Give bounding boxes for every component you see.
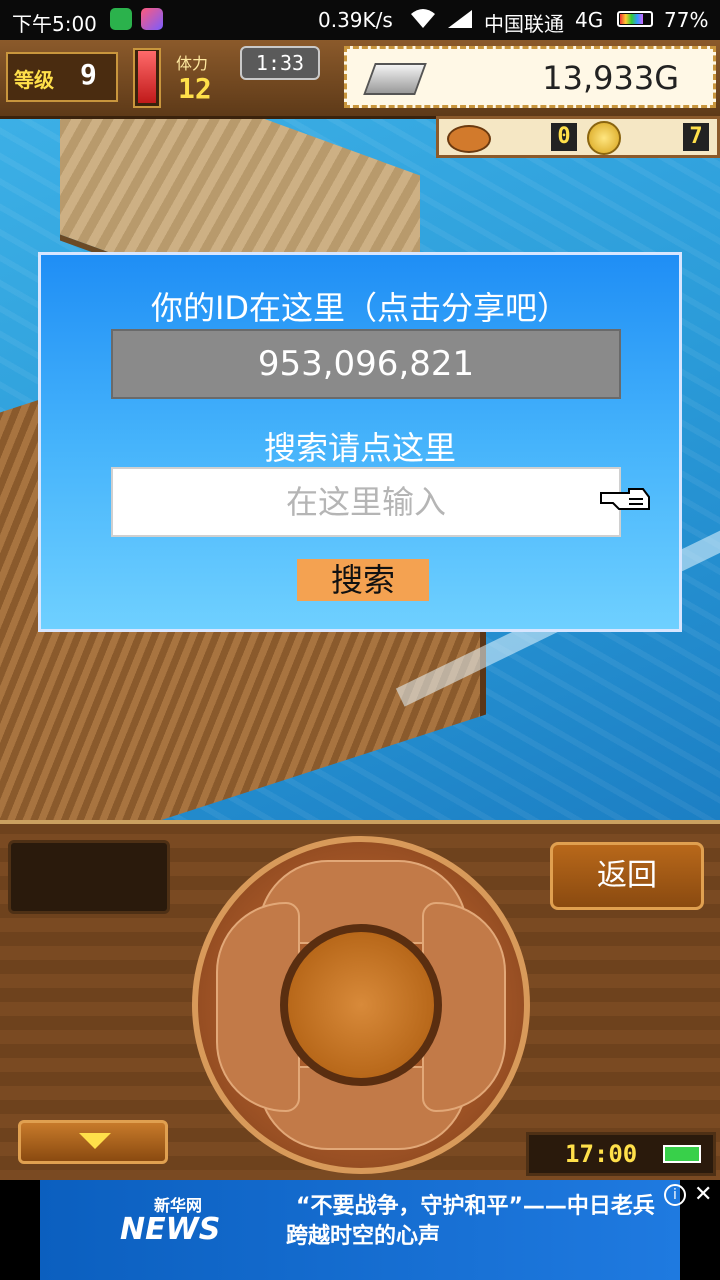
down-arrow-icon (79, 1133, 111, 1149)
ad-subline: 跨越时空的心声 (286, 1224, 441, 1249)
back-button[interactable]: 返回 (550, 842, 704, 910)
signal-icon (446, 8, 474, 34)
ad-content[interactable]: 新华网 NEWS “不要战争，守护和平”——中日老兵 跨越时空的心声 i ✕ (40, 1180, 712, 1280)
stamina-label: 体力 (176, 54, 209, 73)
pointing-hand-icon (599, 483, 651, 515)
battery-percent: 77% (664, 8, 709, 32)
player-id-button[interactable]: 953,096,821 (111, 329, 621, 399)
notification-store-icon (141, 8, 163, 30)
status-bar: 下午5:00 0.39K/s 中国联通 4G 77% (0, 0, 720, 40)
wifi-icon (408, 6, 438, 35)
network-type: 4G (575, 8, 604, 32)
search-id-input[interactable] (111, 467, 621, 537)
battery-icon (663, 1145, 701, 1163)
coin-icon (587, 121, 621, 155)
fish-count: 0 (551, 123, 577, 151)
mini-screen (8, 840, 170, 914)
level-box: 等级 9 (6, 52, 118, 102)
battery-level-fill (620, 14, 643, 24)
close-icon[interactable]: ✕ (694, 1182, 712, 1207)
dialog-title: 你的ID在这里（点击分享吧） (150, 289, 570, 327)
panel-clock: 17:00 (526, 1132, 716, 1176)
fish-icon (447, 125, 491, 153)
notification-app-icon (110, 8, 132, 30)
game-clock: 1:33 (240, 46, 320, 80)
health-gauge (133, 48, 161, 108)
search-prompt: 搜索请点这里 (263, 429, 456, 467)
ad-logo-news: NEWS (120, 1212, 221, 1247)
level-label: 等级 (14, 68, 54, 92)
ad-banner[interactable]: 新华网 NEWS “不要战争，守护和平”——中日老兵 跨越时空的心声 i ✕ (0, 1180, 720, 1280)
resource-bar: 0 7 (436, 116, 720, 158)
money-box: 13,933G (344, 46, 716, 108)
status-time: 下午5:00 (12, 12, 97, 36)
ad-headline: “不要战争，守护和平”——中日老兵 (296, 1194, 655, 1219)
search-button[interactable]: 搜索 (297, 559, 429, 601)
level-value: 9 (80, 58, 97, 91)
coin-count: 7 (683, 123, 709, 151)
battery-icon (617, 11, 653, 27)
silver-ingot-icon (363, 63, 427, 95)
network-speed: 0.39K/s (318, 8, 393, 32)
stamina-box: 体力 12 (172, 50, 234, 108)
id-search-dialog: 你的ID在这里（点击分享吧） 953,096,821 搜索请点这里 搜索 (38, 252, 682, 632)
info-icon[interactable]: i (664, 1184, 686, 1206)
xinhua-logo: 新华网 NEWS (120, 1190, 240, 1252)
menu-toggle-button[interactable] (18, 1120, 168, 1164)
health-gauge-fill (138, 51, 156, 103)
money-value: 13,933G (542, 59, 679, 97)
dpad-center-button[interactable] (280, 924, 442, 1086)
top-hud: 等级 9 体力 12 1:33 13,933G (0, 40, 720, 119)
panel-clock-text: 17:00 (565, 1140, 638, 1168)
directional-pad[interactable] (192, 836, 530, 1174)
carrier-name: 中国联通 (484, 12, 564, 36)
stamina-value: 12 (178, 72, 212, 105)
control-panel: 返回 17:00 (0, 820, 720, 1184)
